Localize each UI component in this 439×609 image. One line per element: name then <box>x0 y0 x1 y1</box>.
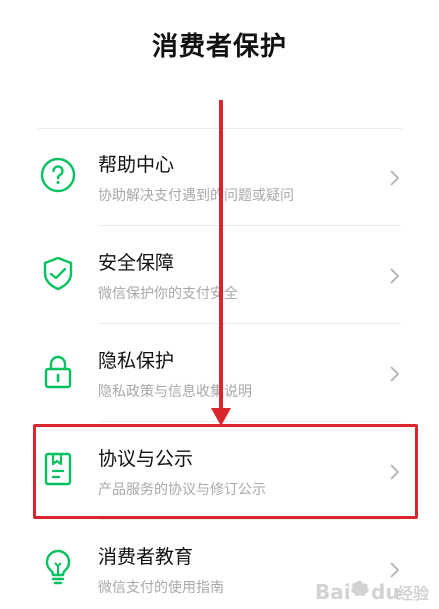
watermark-logo: Bai du 经验 <box>315 577 433 607</box>
lock-icon <box>38 351 78 391</box>
lightbulb-icon <box>38 547 78 587</box>
menu-item-description: 协助解决支付遇到的问题或疑问 <box>98 188 294 204</box>
divider <box>98 421 401 422</box>
svg-text:经验: 经验 <box>397 584 430 603</box>
menu-item-label: 安全保障 <box>98 252 175 274</box>
annotation-arrow-shaft <box>219 100 223 415</box>
page-title: 消费者保护 <box>151 32 287 62</box>
chevron-right-icon <box>389 365 401 383</box>
help-circle-icon <box>38 155 78 195</box>
svg-text:du: du <box>371 580 400 604</box>
chevron-right-icon <box>389 169 401 187</box>
shield-check-icon <box>38 253 78 293</box>
menu-item-description: 隐私政策与信息收集说明 <box>98 384 252 400</box>
menu-item-description: 微信保护你的支付安全 <box>98 286 238 302</box>
svg-text:Bai: Bai <box>315 580 351 604</box>
menu-item-label: 隐私保护 <box>98 350 175 372</box>
menu-item-label: 消费者教育 <box>98 546 194 568</box>
annotation-highlight-box <box>33 424 418 519</box>
divider <box>98 225 401 226</box>
menu-item-label: 帮助中心 <box>98 154 175 176</box>
menu-item-description: 微信支付的使用指南 <box>98 580 224 596</box>
divider <box>98 323 401 324</box>
chevron-right-icon <box>389 267 401 285</box>
divider <box>98 519 401 520</box>
